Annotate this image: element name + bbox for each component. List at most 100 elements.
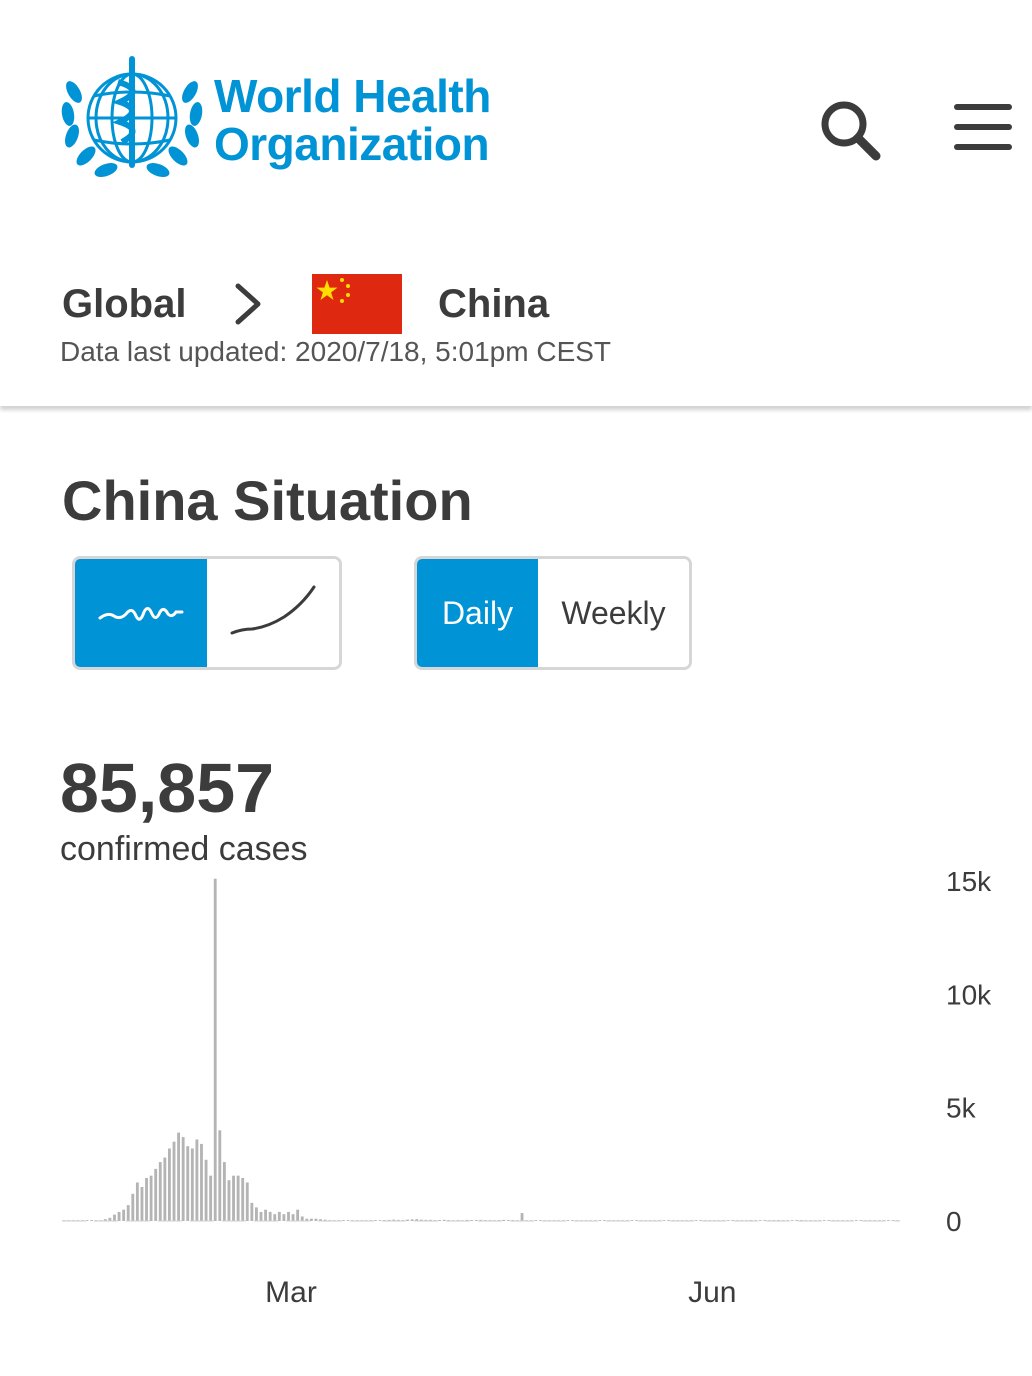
chart-bar <box>342 1220 345 1221</box>
chart-bar <box>378 1220 382 1221</box>
chart-bar <box>346 1220 350 1221</box>
search-icon[interactable] <box>816 96 884 164</box>
chart-bar <box>140 1187 144 1221</box>
chart-bar <box>145 1177 148 1221</box>
weekly-label: Weekly <box>561 594 666 631</box>
chart-bar <box>699 1220 703 1221</box>
chart-bar <box>131 1193 135 1221</box>
page-title: China Situation <box>62 469 473 532</box>
chart-bar <box>314 1218 318 1221</box>
chart-bar <box>859 1220 863 1221</box>
chart-bar <box>218 1130 222 1221</box>
chart-bar <box>222 1162 226 1221</box>
chart-bar <box>474 1220 478 1221</box>
chart-bar <box>520 1213 524 1221</box>
chart-bar <box>163 1157 167 1221</box>
chart-bar <box>790 1220 794 1221</box>
chart-bar <box>245 1182 249 1221</box>
chart-bar <box>113 1214 116 1221</box>
who-emblem-icon[interactable] <box>58 52 206 186</box>
chart-bar <box>181 1137 185 1221</box>
chart-bar <box>726 1220 730 1221</box>
chart-bar <box>273 1214 277 1221</box>
chart-bar <box>158 1162 162 1221</box>
chart-bar <box>172 1141 176 1221</box>
chart-bar <box>534 1220 538 1221</box>
chart-bar <box>122 1209 126 1221</box>
y-tick-label: 15k <box>946 866 992 897</box>
chart-bar <box>227 1180 231 1221</box>
chart-bar <box>694 1220 698 1221</box>
chart-bar <box>566 1220 570 1221</box>
who-wordmark[interactable]: World Health Organization <box>214 72 491 168</box>
chart-bar <box>85 1220 89 1221</box>
chart-bar <box>154 1168 158 1221</box>
chart-bar <box>667 1220 670 1221</box>
curve-line-icon <box>230 585 316 635</box>
y-tick-label: 5k <box>946 1093 977 1124</box>
chart-bar <box>268 1211 272 1221</box>
period-toggle: Daily Weekly <box>414 556 692 670</box>
chart-bar <box>598 1220 602 1221</box>
chart-bar <box>296 1209 300 1221</box>
chart-bar <box>795 1220 799 1221</box>
chart-bar <box>731 1220 735 1221</box>
chart-bar <box>255 1207 258 1221</box>
cumulative-chart-option[interactable] <box>207 559 339 667</box>
chart-bar <box>410 1219 414 1221</box>
y-tick-label: 10k <box>946 979 992 1010</box>
x-axis-ticks: Mar Jun <box>265 1276 736 1309</box>
daily-cases-chart[interactable]: 0 5k 10k 15k Mar Jun <box>0 860 1032 1330</box>
logo-line1: World Health <box>214 70 491 122</box>
y-tick-label: 0 <box>946 1206 962 1237</box>
chart-bar <box>264 1209 268 1221</box>
daily-label: Daily <box>441 594 514 631</box>
chart-bar <box>438 1220 442 1221</box>
chart-bar <box>200 1143 203 1221</box>
chart-bar <box>232 1175 235 1221</box>
chart-bar <box>662 1220 666 1221</box>
hamburger-menu-icon[interactable] <box>950 100 1016 156</box>
weekly-option[interactable]: Weekly <box>538 559 689 667</box>
chart-bar <box>300 1216 304 1221</box>
chart-bar <box>90 1220 93 1221</box>
chart-bar <box>886 1220 890 1221</box>
chart-bar <box>177 1132 181 1221</box>
chart-bar <box>603 1220 606 1221</box>
site-header: World Health Organization <box>0 0 1032 230</box>
chart-bar <box>168 1148 171 1221</box>
chart-bar <box>190 1148 194 1221</box>
chart-bar <box>854 1220 858 1221</box>
breadcrumb-global-link[interactable]: Global <box>62 282 186 327</box>
chart-bar <box>758 1220 762 1221</box>
chart-bar <box>259 1211 263 1221</box>
chart-bar <box>506 1220 510 1221</box>
chart-bar <box>570 1220 574 1221</box>
chart-bar <box>209 1175 213 1221</box>
daily-option[interactable]: Daily <box>417 559 538 667</box>
daily-chart-option[interactable] <box>75 559 207 667</box>
chart-bar <box>186 1146 190 1221</box>
chart-bar <box>135 1182 139 1221</box>
confirmed-count: 85,857 <box>60 749 275 827</box>
chart-bar <box>309 1218 313 1221</box>
chart-bar <box>291 1214 295 1221</box>
chart-bar <box>538 1220 542 1221</box>
chart-bar <box>250 1202 254 1221</box>
chart-bar <box>282 1214 286 1221</box>
x-tick-label: Jun <box>688 1276 736 1309</box>
chart-bar <box>442 1219 446 1221</box>
x-tick-label: Mar <box>265 1276 317 1309</box>
chart-bar <box>630 1220 634 1221</box>
chart-bar <box>470 1220 474 1221</box>
chart-bar <box>406 1219 409 1221</box>
chart-bar <box>822 1220 826 1221</box>
wave-line-icon <box>98 607 184 621</box>
chart-bar <box>117 1211 121 1221</box>
chart-bar <box>213 878 217 1221</box>
logo-line2: Organization <box>214 118 490 170</box>
chart-bar <box>149 1175 153 1221</box>
chart-bar <box>635 1220 638 1221</box>
chart-bar <box>763 1220 767 1221</box>
chart-bar <box>277 1211 281 1221</box>
